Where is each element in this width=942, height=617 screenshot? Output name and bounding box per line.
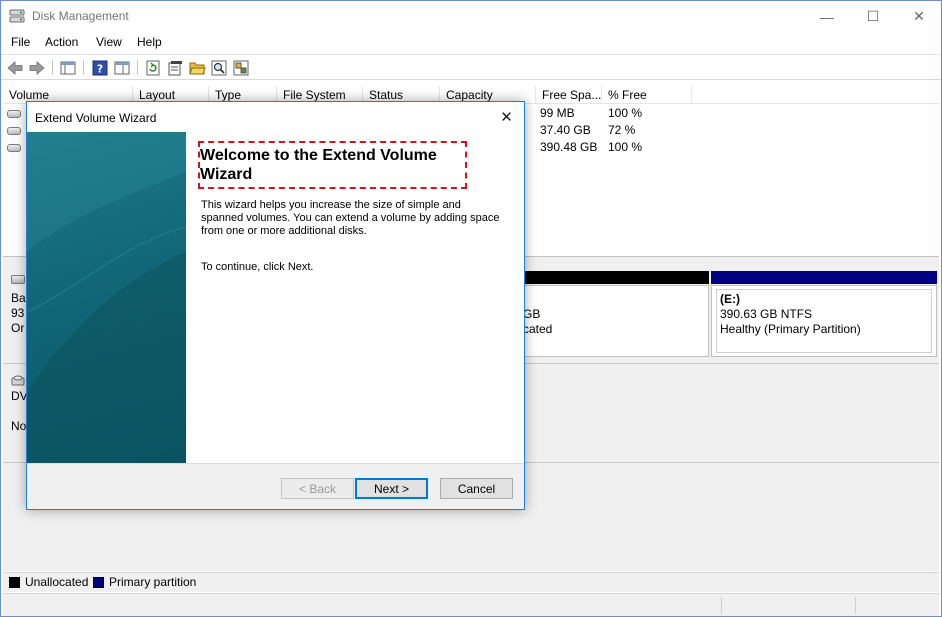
menu-view[interactable]: View	[96, 35, 122, 49]
open-icon[interactable]	[188, 59, 206, 76]
column-header-free-space[interactable]: Free Spa...	[536, 86, 602, 104]
svg-text:?: ?	[97, 62, 103, 75]
disk-icon	[11, 275, 25, 284]
disk-management-app-icon	[9, 9, 25, 23]
legend-label-unallocated: Unallocated	[25, 575, 89, 589]
toolbar-separator	[83, 60, 84, 75]
partition-e[interactable]: (E:) 390.63 GB NTFS Healthy (Primary Par…	[711, 285, 937, 357]
menu-file[interactable]: File	[11, 35, 30, 49]
wizard-title-bar: Extend Volume Wizard ✕	[27, 102, 524, 132]
free-space-cell: 37.40 GB	[540, 123, 591, 137]
partition-header-unallocated	[503, 271, 709, 284]
disk-0-status: Or	[11, 321, 25, 335]
toolbar-separator	[52, 60, 53, 75]
status-bar	[3, 593, 939, 616]
pct-free-cell: 100 %	[608, 140, 643, 154]
legend-label-primary: Primary partition	[109, 575, 197, 589]
menu-action[interactable]: Action	[45, 35, 78, 49]
free-space-cell: 390.48 GB	[540, 140, 598, 154]
window-title: Disk Management	[32, 9, 129, 23]
banner-wave-graphic	[27, 132, 186, 463]
free-space-cell: 99 MB	[540, 106, 575, 120]
wizard-heading: Welcome to the Extend Volume Wizard	[200, 147, 437, 183]
back-icon[interactable]	[6, 59, 24, 76]
wizard-content: Welcome to the Extend Volume Wizard This…	[186, 132, 524, 463]
toolbar: ?	[1, 54, 941, 80]
maximize-button[interactable]: ☐	[850, 1, 896, 32]
partition-partial[interactable]: GB cated	[503, 285, 709, 357]
refresh-icon[interactable]	[144, 59, 162, 76]
toolbar-separator	[137, 60, 138, 75]
volume-disk-icon	[7, 127, 21, 135]
minimize-button[interactable]: —	[804, 1, 850, 32]
volume-disk-icon	[7, 144, 21, 152]
partition-partial-size: GB	[523, 307, 541, 321]
volume-disk-icon	[7, 110, 21, 118]
close-button[interactable]: ✕	[896, 1, 942, 32]
next-button[interactable]: Next >	[355, 478, 428, 499]
menu-help[interactable]: Help	[137, 35, 162, 49]
partition-e-size: 390.63 GB NTFS	[720, 307, 813, 321]
search-icon[interactable]	[210, 59, 228, 76]
status-divider	[855, 597, 856, 614]
cancel-button[interactable]: Cancel	[440, 478, 513, 499]
disk-0-name: Ba	[11, 291, 26, 305]
column-header-pct-free[interactable]: % Free	[602, 86, 692, 104]
wizard-close-button[interactable]: ✕	[489, 102, 524, 132]
properties-icon[interactable]	[166, 59, 184, 76]
partition-e-status: Healthy (Primary Partition)	[720, 322, 861, 336]
properties-pane-icon[interactable]	[113, 59, 131, 76]
legend-swatch-unallocated	[9, 577, 20, 588]
partition-partial-status: cated	[523, 322, 553, 336]
status-divider	[721, 597, 722, 614]
forward-icon[interactable]	[28, 59, 46, 76]
cdrom-status: No	[11, 419, 27, 433]
wizard-title: Extend Volume Wizard	[35, 111, 157, 125]
partition-header-primary	[711, 271, 937, 284]
title-bar: Disk Management — ☐ ✕	[1, 1, 941, 32]
partition-e-name: (E:)	[720, 292, 740, 306]
disk-0-size: 93	[11, 306, 25, 320]
wizard-description: This wizard helps you increase the size …	[201, 199, 500, 237]
pct-free-cell: 72 %	[608, 123, 636, 137]
wizard-banner-image	[27, 132, 186, 463]
wizard-continue-text: To continue, click Next.	[201, 261, 314, 273]
legend-swatch-primary	[93, 577, 104, 588]
extend-volume-wizard-dialog: Extend Volume Wizard ✕ Welcome to the Ex…	[26, 101, 525, 510]
partition-e-inner	[716, 289, 932, 353]
menu-bar: File Action View Help	[1, 32, 941, 54]
wizard-footer-divider	[27, 463, 524, 464]
back-button[interactable]: < Back	[281, 478, 354, 499]
legend: Unallocated Primary partition	[3, 572, 939, 592]
dvd-drive-icon	[11, 373, 25, 387]
pct-free-cell: 100 %	[608, 106, 643, 120]
console-tree-icon[interactable]	[59, 59, 77, 76]
help-icon[interactable]: ?	[91, 59, 109, 76]
settings-icon[interactable]	[232, 59, 250, 76]
